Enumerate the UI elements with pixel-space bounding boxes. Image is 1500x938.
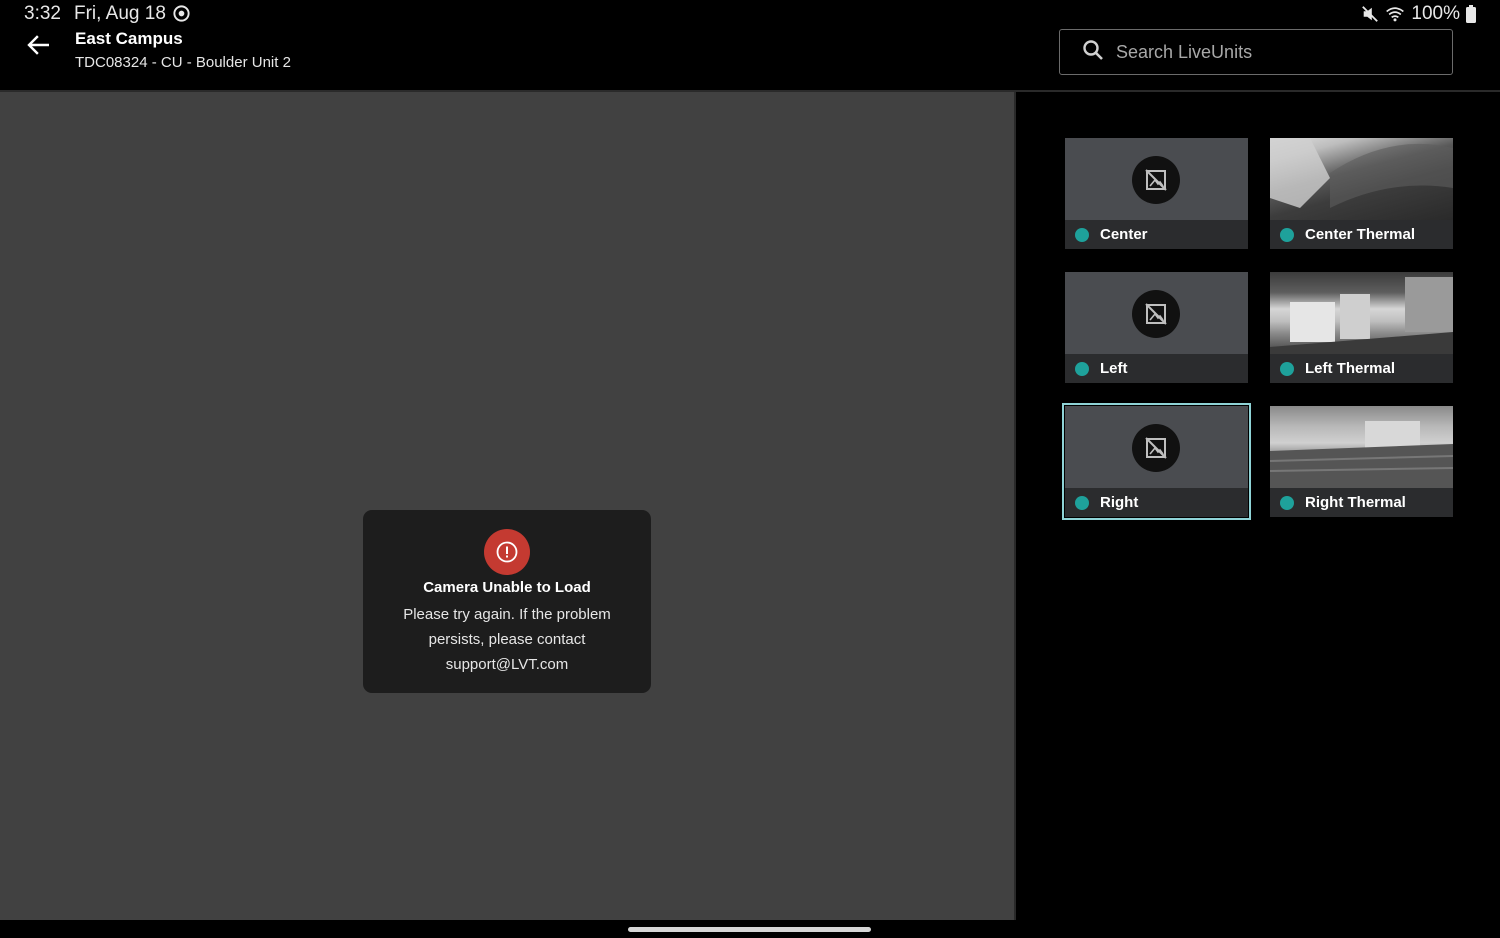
battery-icon: [1466, 5, 1476, 23]
tile-footer: Right: [1065, 488, 1248, 517]
battery-percent: 100%: [1411, 3, 1460, 24]
camera-tile-right-thermal[interactable]: Right Thermal: [1270, 406, 1453, 517]
no-image-icon: [1132, 424, 1180, 472]
status-indicator: [1280, 361, 1294, 376]
camera-tile-right[interactable]: Right: [1062, 403, 1251, 520]
thermal-preview-image: [1270, 272, 1453, 354]
home-indicator[interactable]: [628, 927, 871, 932]
status-indicator: [1075, 495, 1089, 510]
status-indicator: [1075, 227, 1089, 242]
camera-tile-center-thermal[interactable]: Center Thermal: [1270, 138, 1453, 249]
sync-icon: [172, 4, 191, 23]
mute-icon: [1361, 5, 1379, 23]
search-icon: [1060, 39, 1116, 66]
arrow-left-icon: [27, 34, 50, 60]
error-title: Camera Unable to Load: [423, 579, 591, 596]
error-card: Camera Unable to Load Please try again. …: [363, 510, 651, 693]
no-image-icon: [1132, 156, 1180, 204]
camera-preview: [1065, 272, 1248, 354]
tile-footer: Center Thermal: [1270, 220, 1453, 249]
status-indicator: [1075, 361, 1089, 376]
camera-preview: [1065, 138, 1248, 220]
tile-label: Left Thermal: [1305, 360, 1396, 377]
error-message: Please try again. If the problem persist…: [403, 606, 611, 673]
page-title: East Campus: [75, 29, 183, 48]
page-subtitle: TDC08324 - CU - Boulder Unit 2: [75, 54, 291, 71]
thermal-preview-image: [1270, 406, 1453, 488]
thermal-preview-image: [1270, 138, 1453, 220]
search-box[interactable]: [1059, 29, 1453, 75]
camera-preview: [1065, 406, 1248, 488]
back-button[interactable]: [22, 32, 54, 62]
tile-footer: Right Thermal: [1270, 488, 1453, 517]
alert-icon: [484, 529, 530, 575]
tile-label: Right: [1100, 494, 1139, 511]
camera-viewport[interactable]: Camera Unable to Load Please try again. …: [0, 92, 1014, 920]
tile-label: Right Thermal: [1305, 494, 1406, 511]
status-bar: 3:32 Fri, Aug 18 100%: [0, 0, 1500, 28]
tile-footer: Left: [1065, 354, 1248, 383]
status-time: 3:32: [24, 3, 61, 24]
search-input[interactable]: [1116, 41, 1416, 63]
no-image-icon: [1132, 290, 1180, 338]
tile-label: Center: [1100, 226, 1148, 243]
tile-footer: Left Thermal: [1270, 354, 1453, 383]
panel-divider: [1014, 92, 1016, 920]
status-indicator: [1280, 495, 1294, 510]
camera-tile-center[interactable]: Center: [1065, 138, 1248, 249]
status-date: Fri, Aug 18: [74, 3, 166, 24]
status-indicator: [1280, 227, 1294, 242]
camera-tile-left-thermal[interactable]: Left Thermal: [1270, 272, 1453, 383]
status-icons: 100%: [1361, 3, 1476, 25]
tile-label: Left: [1100, 360, 1128, 377]
tile-label: Center Thermal: [1305, 226, 1416, 243]
tile-footer: Center: [1065, 220, 1248, 249]
camera-tile-left[interactable]: Left: [1065, 272, 1248, 383]
wifi-icon: [1385, 5, 1405, 23]
